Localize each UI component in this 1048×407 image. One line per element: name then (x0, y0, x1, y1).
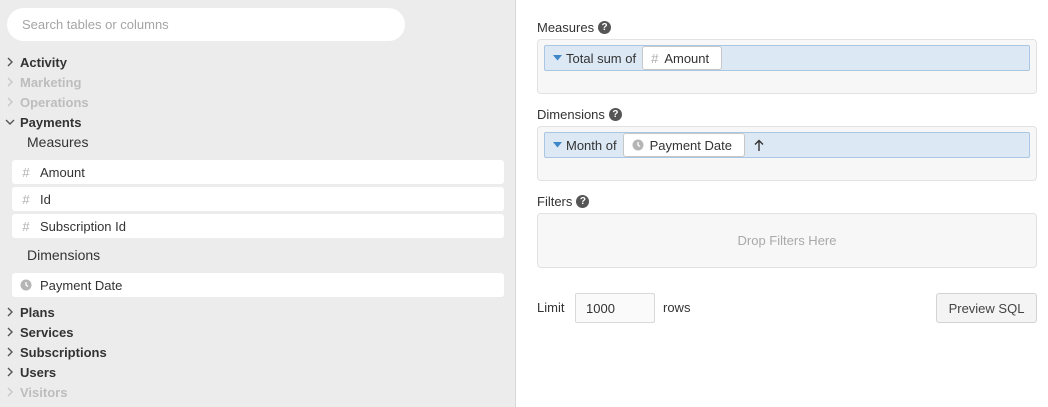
filters-label: Filters ? (537, 194, 590, 209)
dimensions-dropzone[interactable]: Month of Payment Date (537, 126, 1037, 181)
filters-placeholder: Drop Filters Here (737, 233, 837, 248)
schema-browser: Activity Marketing Operations Payments M… (0, 0, 516, 407)
chip-label: Amount (664, 50, 710, 66)
dimensions-label-text: Dimensions (537, 107, 605, 122)
hash-icon: # (22, 164, 30, 180)
help-icon[interactable]: ? (576, 195, 590, 208)
field-row-id[interactable]: # Id (12, 187, 504, 211)
chevron-right-icon (0, 367, 20, 377)
tree-item-label: Subscriptions (20, 344, 107, 360)
dimension-granularity[interactable]: Month of (566, 138, 617, 153)
tree-item-marketing: Marketing (0, 72, 300, 92)
caret-down-icon[interactable] (548, 142, 566, 148)
chevron-right-icon (0, 57, 20, 67)
tree-item-label: Activity (20, 54, 67, 70)
dimension-pill[interactable]: Month of Payment Date (544, 132, 1030, 158)
tree-item-label: Marketing (20, 74, 82, 90)
field-row-amount[interactable]: # Amount (12, 160, 504, 184)
chevron-right-icon (0, 387, 20, 397)
limit-label: Limit (537, 300, 565, 315)
filters-dropzone[interactable]: Drop Filters Here (537, 213, 1037, 268)
clock-icon (12, 279, 40, 291)
tree-item-label: Payments (20, 114, 82, 130)
tree-item-label: Visitors (20, 384, 68, 400)
rows-label: rows (663, 300, 691, 315)
tree-item-payments[interactable]: Payments (0, 112, 300, 132)
clock-icon (632, 139, 644, 151)
dimension-field-chip[interactable]: Payment Date (622, 133, 745, 157)
hash-icon: # (22, 218, 30, 234)
dimensions-label: Dimensions ? (537, 107, 622, 122)
measure-aggregation[interactable]: Total sum of (566, 51, 636, 66)
tree-item-label: Services (20, 324, 74, 340)
tree-item-label: Operations (20, 94, 89, 110)
tree-item-visitors: Visitors (0, 382, 300, 402)
measure-pill[interactable]: Total sum of # Amount (544, 45, 1030, 71)
chevron-right-icon (0, 97, 20, 107)
field-label: Amount (40, 164, 85, 180)
chevron-right-icon (0, 347, 20, 357)
help-icon[interactable]: ? (608, 108, 622, 121)
tree-item-plans[interactable]: Plans (0, 302, 300, 322)
tree-item-label: Plans (20, 304, 55, 320)
tree-item-operations: Operations (0, 92, 300, 112)
field-label: Subscription Id (40, 218, 126, 234)
dimensions-section-label: Dimensions (27, 247, 101, 263)
measures-dropzone[interactable]: Total sum of # Amount (537, 39, 1037, 94)
search-input[interactable] (7, 8, 405, 41)
tree-item-users[interactable]: Users (0, 362, 300, 382)
measures-label-text: Measures (537, 20, 595, 35)
field-label: Id (40, 191, 51, 207)
chevron-right-icon (0, 307, 20, 317)
chevron-down-icon (0, 118, 20, 126)
field-row-payment-date[interactable]: Payment Date (12, 273, 504, 297)
tree-item-subscriptions[interactable]: Subscriptions (0, 342, 300, 362)
caret-down-icon[interactable] (548, 55, 566, 61)
chip-label: Payment Date (649, 137, 732, 153)
measures-label: Measures ? (537, 20, 612, 35)
tree-item-services[interactable]: Services (0, 322, 300, 342)
filters-label-text: Filters (537, 194, 573, 209)
help-icon[interactable]: ? (598, 21, 612, 34)
measure-field-chip[interactable]: # Amount (642, 46, 723, 70)
hash-icon: # (22, 191, 30, 207)
chevron-right-icon (0, 327, 20, 337)
field-label: Payment Date (40, 277, 123, 293)
tree-item-activity[interactable]: Activity (0, 52, 300, 72)
preview-sql-button[interactable]: Preview SQL (936, 293, 1037, 323)
sort-ascending-icon[interactable] (754, 139, 764, 152)
measures-section-label: Measures (27, 134, 89, 150)
chevron-right-icon (0, 77, 20, 87)
limit-input[interactable] (575, 293, 655, 323)
tree-item-label: Users (20, 364, 57, 380)
field-row-subscription-id[interactable]: # Subscription Id (12, 214, 504, 238)
hash-icon: # (651, 50, 659, 66)
